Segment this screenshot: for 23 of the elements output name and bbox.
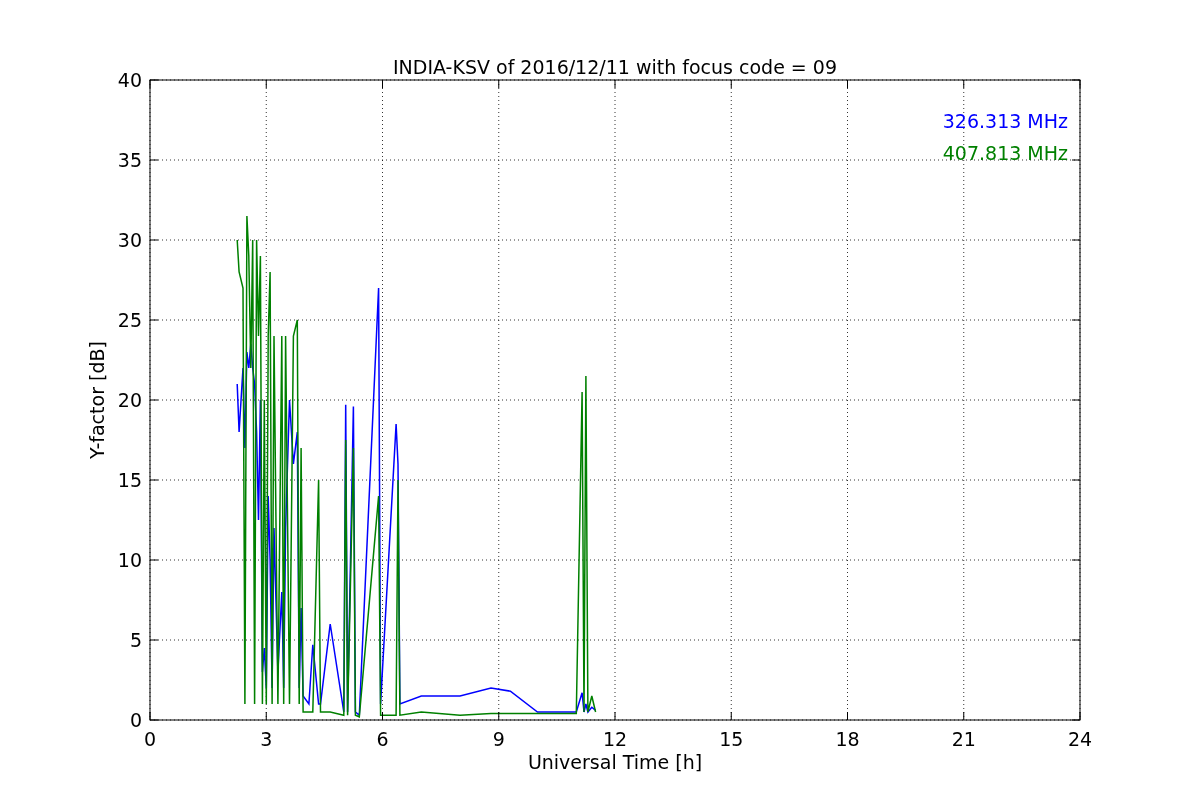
axis-title: Y-factor [dB] <box>86 341 108 459</box>
tick-label: 21 <box>951 728 976 750</box>
tick-label: 30 <box>117 229 142 251</box>
tick-label: 10 <box>117 549 142 571</box>
tick-label: 5 <box>129 629 142 651</box>
chart-title: INDIA-KSV of 2016/12/11 with focus code = 09 <box>393 56 837 78</box>
legend-label: 407.813 MHz <box>942 142 1068 164</box>
tick-label: 0 <box>143 728 157 750</box>
tick-label: 20 <box>117 389 142 411</box>
tick-label: 3 <box>260 728 273 750</box>
tick-label: 40 <box>117 69 142 91</box>
tick-label: 15 <box>719 728 744 750</box>
tick-label: 35 <box>117 149 142 171</box>
tick-label: 9 <box>492 728 505 750</box>
legend-label: 326.313 MHz <box>942 110 1068 132</box>
tick-label: 0 <box>129 709 142 731</box>
tick-label: 25 <box>117 309 142 331</box>
tick-label: 15 <box>117 469 142 491</box>
axis-title: Universal Time [h] <box>527 751 703 773</box>
tick-label: 18 <box>835 728 860 750</box>
tick-label: 24 <box>1067 728 1093 750</box>
tick-label: 12 <box>602 728 628 750</box>
tick-label: 6 <box>376 728 389 750</box>
